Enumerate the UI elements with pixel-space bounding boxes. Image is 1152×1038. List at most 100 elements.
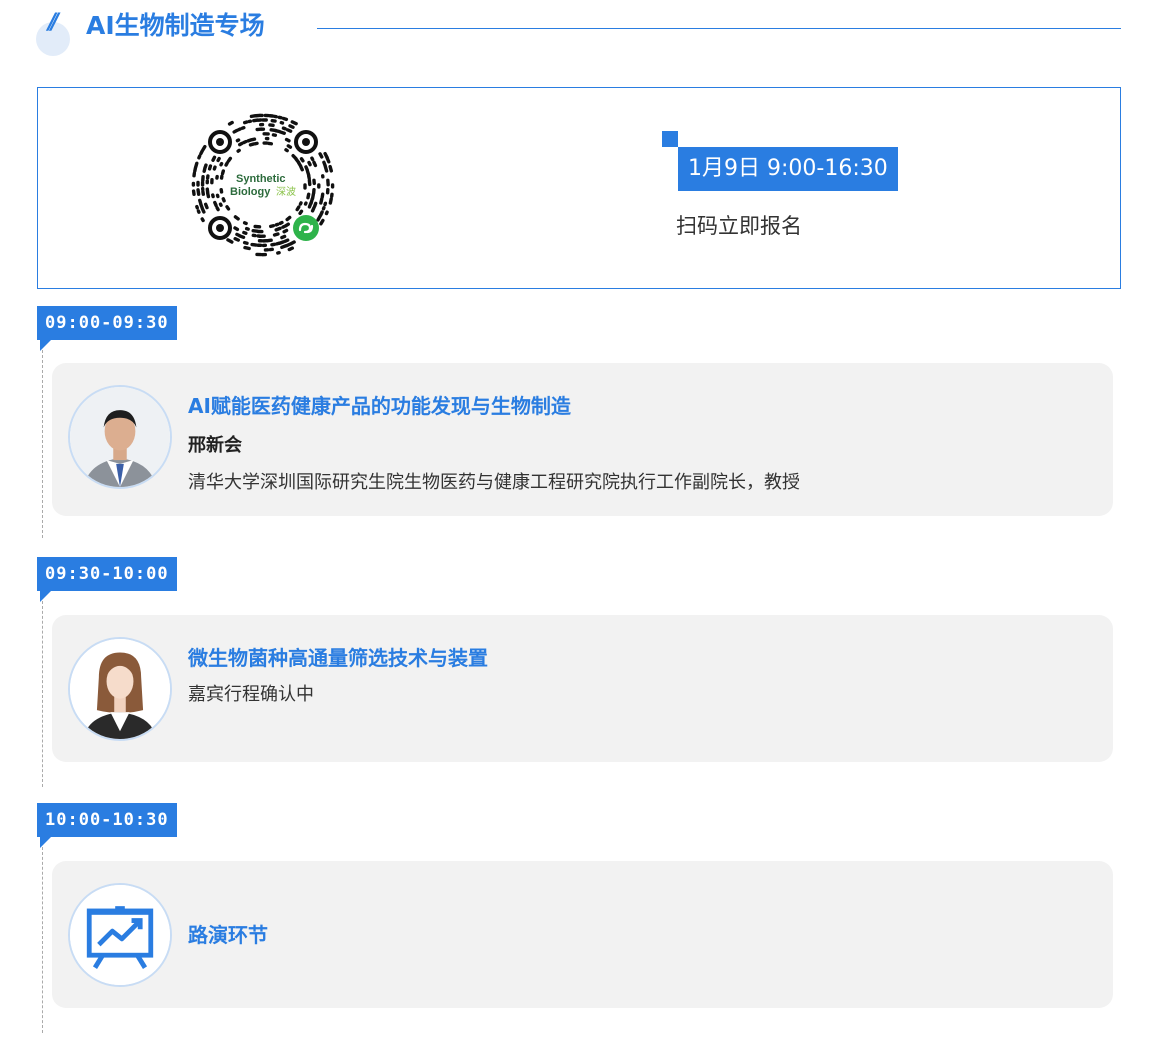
qr-module: [238, 141, 244, 147]
qr-module: [242, 230, 248, 235]
qr-module: [215, 206, 220, 212]
qr-module: [226, 238, 234, 244]
qr-module: [268, 224, 276, 229]
speaker-avatar: [68, 637, 172, 741]
qr-module: [203, 202, 209, 210]
event-date: 1月9日 9:00-16:30: [678, 147, 898, 191]
qr-module: [298, 201, 303, 206]
qr-module: [278, 130, 286, 135]
qr-module: [318, 152, 324, 159]
qr-module: [281, 126, 287, 131]
qr-module: [197, 154, 202, 160]
qr-module: [328, 197, 333, 205]
qr-module: [312, 201, 318, 209]
speaker-status: 嘉宾行程确认中: [188, 684, 314, 705]
qr-module: [219, 161, 224, 167]
qr-module: [278, 220, 284, 225]
qr-module: [274, 226, 282, 232]
qr-module: [306, 192, 311, 200]
qr-module: [211, 155, 217, 162]
qr-module: [213, 200, 218, 208]
qr-module: [251, 229, 259, 233]
qr-module: [281, 224, 286, 229]
section-header: // AI生物制造专场: [0, 0, 1152, 60]
registration-box: Synthetic Biology 深波 1月9日 9:00-16:30 扫码立…: [37, 87, 1121, 289]
qr-module: [312, 160, 318, 168]
speaker-name: 邢新会: [188, 435, 242, 456]
qr-module: [323, 164, 329, 173]
speaker-avatar: [68, 385, 172, 489]
talk-title: 微生物菌种高通量筛选技术与装置: [188, 646, 488, 670]
session-time-3: 10:00-10:30: [37, 803, 177, 848]
qr-logo-text-cn: 深波: [276, 185, 296, 198]
session-card-1: AI赋能医药健康产品的功能发现与生物制造 邢新会 清华大学深圳国际研究生院生物医…: [52, 363, 1113, 516]
session-time-2: 09:30-10:00: [37, 557, 177, 602]
timeline-line: [42, 350, 43, 538]
qr-module: [200, 217, 205, 223]
qr-module: [283, 238, 290, 243]
speaker-affiliation: 清华大学深圳国际研究生院生物医药与健康工程研究院执行工作副院长，教授: [188, 472, 800, 493]
signup-text: 扫码立即报名: [676, 214, 802, 238]
qr-module: [207, 164, 213, 171]
qr-module: [307, 160, 312, 167]
qr-module: [288, 124, 295, 129]
qr-module: [224, 161, 229, 167]
qr-module: [198, 198, 203, 206]
session-card-3: 路演环节: [52, 861, 1113, 1008]
qr-module: [304, 165, 309, 172]
qr-module: [307, 201, 313, 209]
qr-module: [286, 144, 293, 149]
qr-module: [235, 138, 241, 143]
timeline-line: [42, 601, 43, 787]
qr-module: [280, 234, 287, 240]
qr-module: [242, 221, 248, 226]
mini-program-qr-code[interactable]: Synthetic Biology 深波: [188, 110, 338, 260]
qr-module: [233, 226, 240, 232]
qr-module: [220, 169, 226, 176]
qr-module: [272, 232, 280, 237]
session-time-1: 09:00-09:30: [37, 306, 177, 351]
qr-module: [199, 149, 205, 156]
session-card-2: 微生物菌种高通量筛选技术与装置 嘉宾行程确认中: [52, 615, 1113, 762]
qr-module: [235, 232, 241, 238]
qr-module: [316, 214, 322, 222]
timeline-line: [42, 847, 43, 1033]
qr-module: [290, 120, 298, 126]
male-speaker-photo: [70, 387, 170, 487]
qr-module: [284, 148, 289, 153]
qr-module: [280, 244, 288, 250]
qr-logo-text-1: Synthetic: [236, 173, 286, 185]
qr-module: [203, 163, 208, 169]
qr-module: [299, 165, 304, 172]
qr-module: [236, 127, 243, 132]
qr-module: [227, 120, 234, 126]
qr-module: [221, 197, 226, 203]
qr-module: [225, 205, 231, 211]
session-avatar: [68, 883, 172, 987]
female-placeholder-avatar: [70, 639, 170, 739]
qr-module: [226, 156, 233, 163]
qr-module: [233, 215, 240, 221]
qr-module: [201, 144, 207, 152]
qr-module: [325, 156, 331, 164]
qr-module: [281, 116, 289, 122]
qr-logo-text-2: Biology: [230, 186, 271, 198]
qr-module: [242, 240, 249, 245]
presentation-board-icon: [70, 885, 170, 985]
qr-module: [319, 197, 324, 205]
qr-module: [242, 139, 248, 145]
section-title: AI生物制造专场: [86, 11, 265, 40]
qr-module: [242, 120, 249, 125]
qr-module: [284, 222, 290, 228]
qr-module: [295, 205, 301, 212]
qr-module: [232, 128, 239, 134]
qr-module: [216, 156, 221, 163]
qr-module: [233, 237, 240, 242]
qr-module: [270, 242, 277, 247]
qr-module: [196, 209, 201, 214]
qr-module: [248, 142, 256, 147]
qr-module: [310, 156, 315, 162]
talk-title: AI赋能医药健康产品的功能发现与生物制造: [188, 394, 571, 418]
agenda-page: // AI生物制造专场 Synthetic Biology 深波 1月9日 9:…: [0, 0, 1152, 1038]
qr-module: [284, 137, 291, 143]
